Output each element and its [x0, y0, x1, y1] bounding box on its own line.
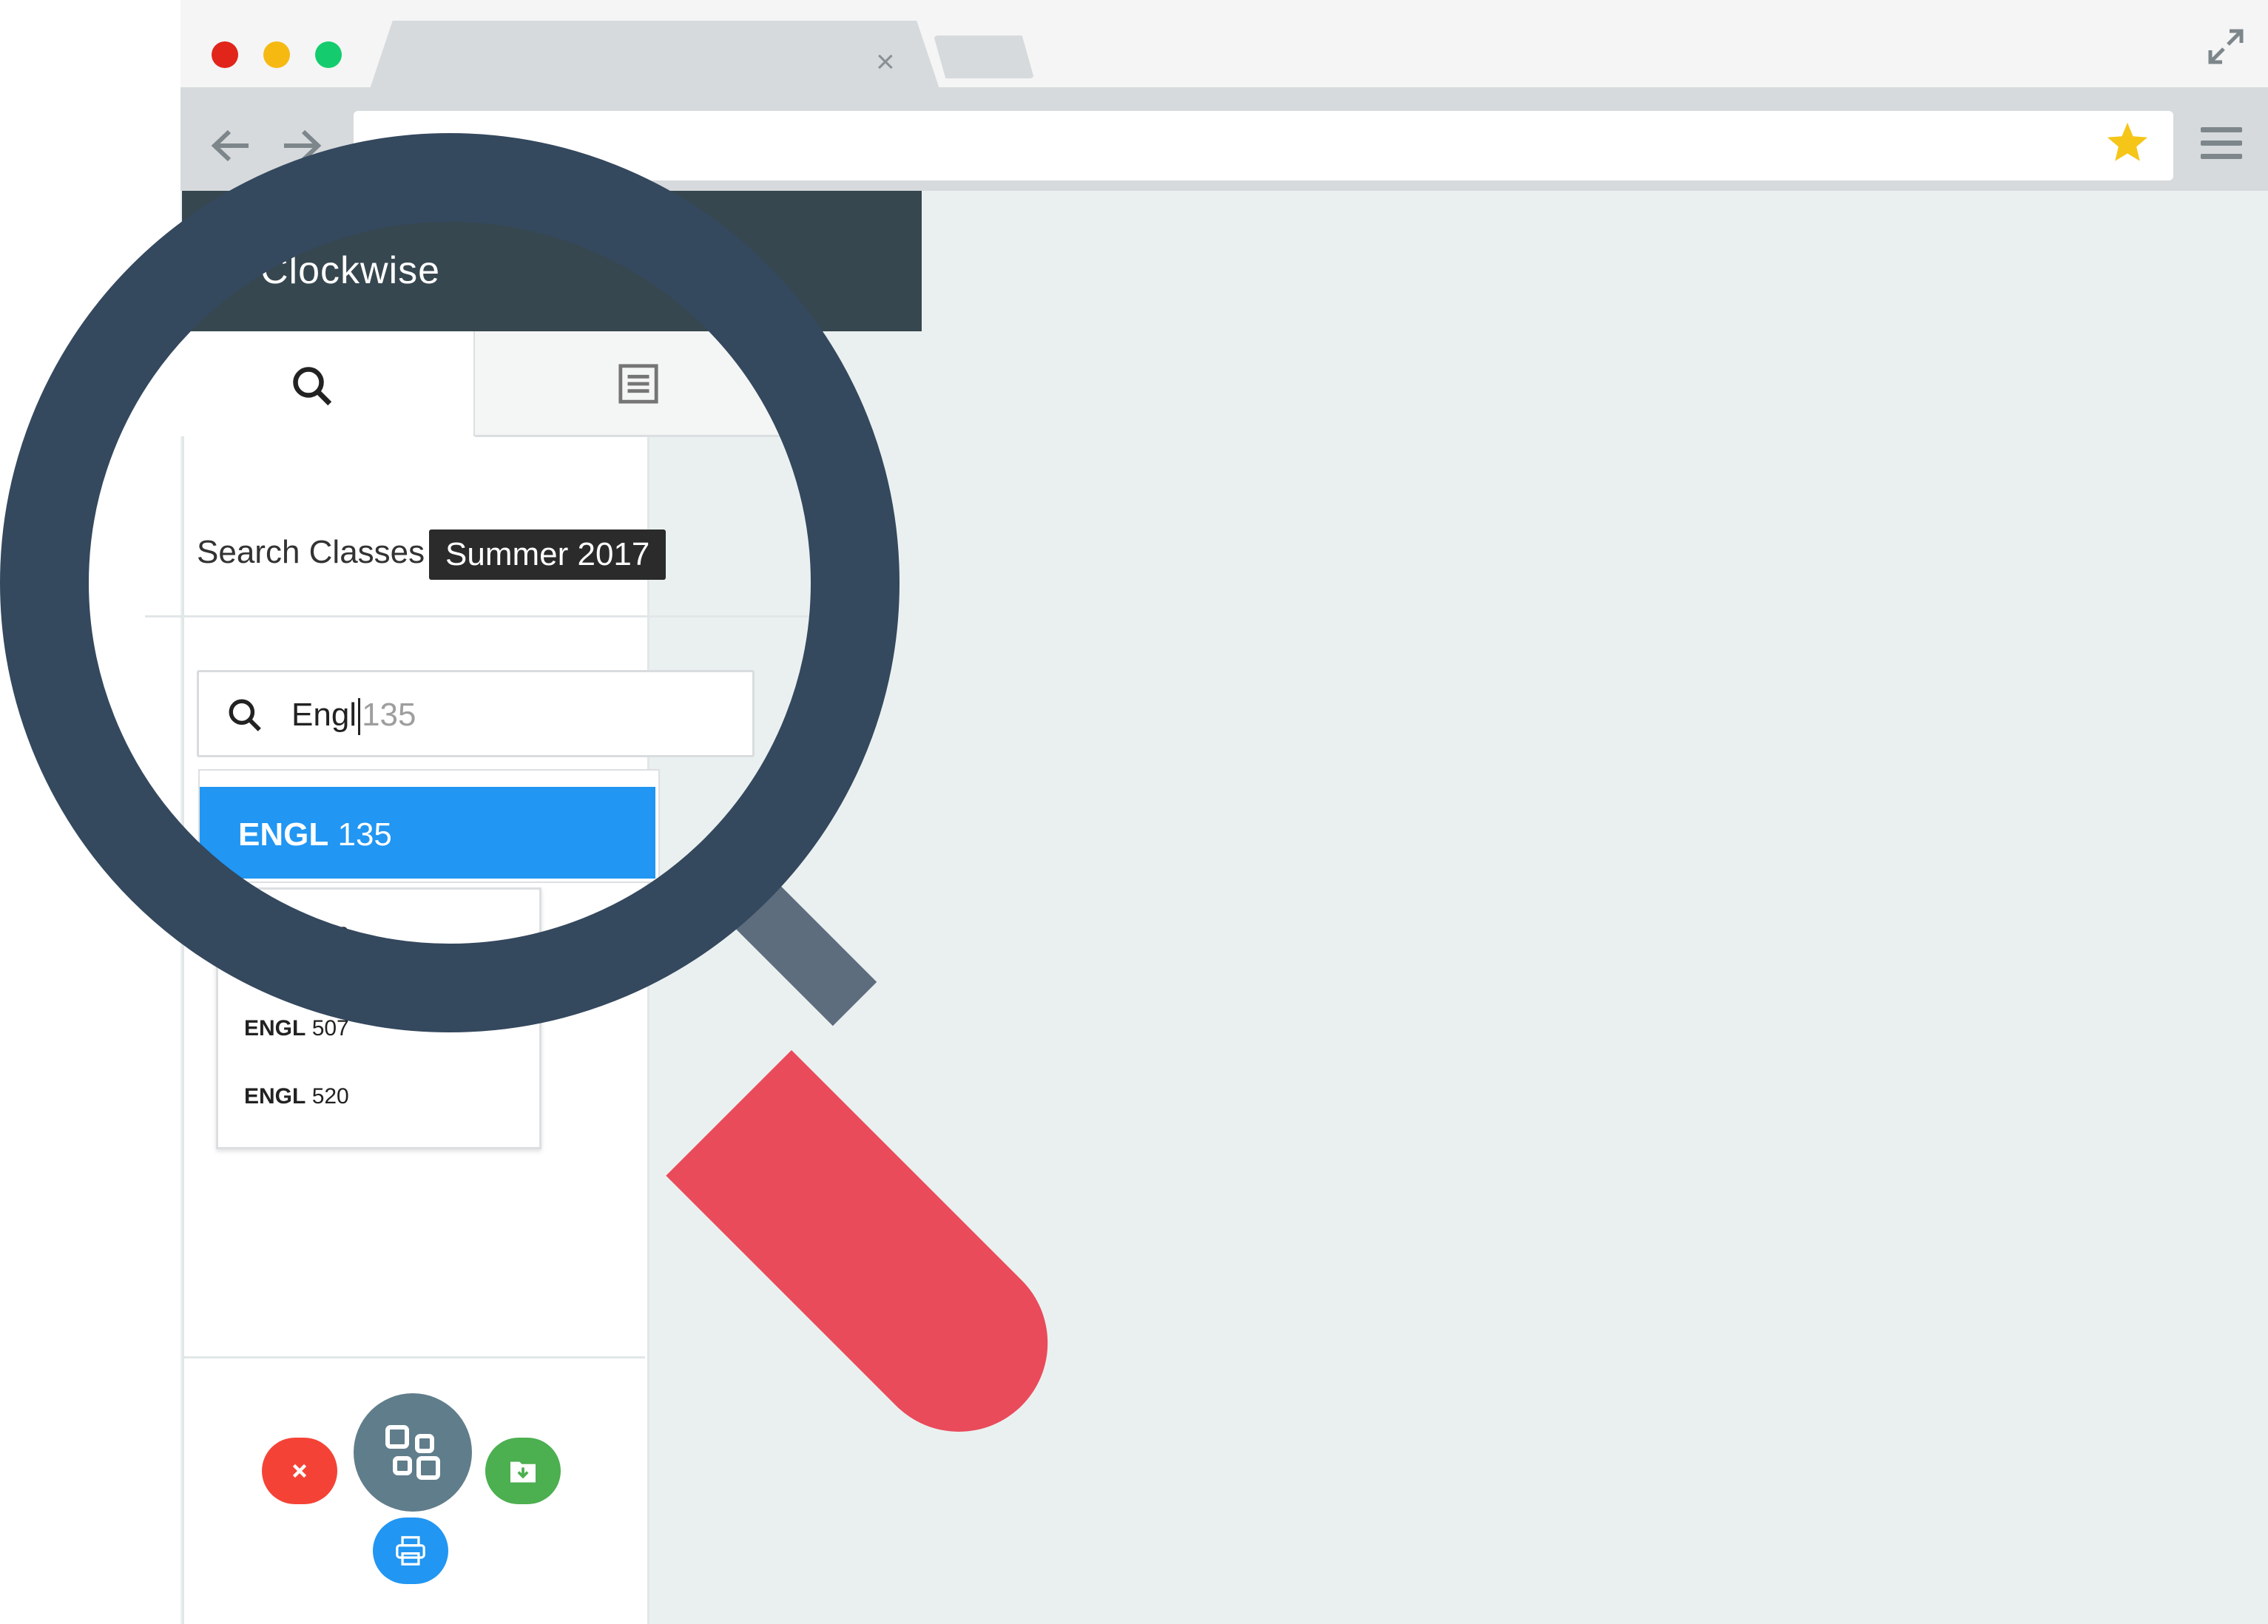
save-button[interactable] — [485, 1438, 561, 1504]
tab-close-icon[interactable]: × — [876, 46, 895, 78]
expand-icon[interactable] — [2206, 27, 2246, 67]
generate-schedule-button[interactable] — [354, 1393, 472, 1512]
close-window-dot[interactable] — [212, 41, 238, 68]
autocomplete-option[interactable]: ENGL 520 — [244, 1084, 349, 1109]
option-dept: ENGL — [244, 1084, 306, 1109]
option-dept: ENGL — [244, 1016, 306, 1041]
star-icon[interactable] — [2104, 120, 2151, 166]
magnifier-lens-ring — [0, 133, 900, 1032]
schedule-icon — [385, 1425, 440, 1480]
clear-button[interactable] — [262, 1438, 337, 1504]
print-icon — [396, 1536, 425, 1566]
browser-tab-new[interactable] — [934, 35, 1034, 78]
close-icon — [292, 1464, 307, 1478]
browser-menu-icon[interactable] — [2201, 127, 2242, 160]
maximize-window-dot[interactable] — [315, 41, 342, 68]
arrow-left-icon[interactable] — [210, 127, 252, 164]
download-icon — [510, 1461, 536, 1483]
option-number: 520 — [311, 1084, 349, 1109]
footer-divider — [182, 1356, 645, 1359]
autocomplete-option[interactable]: ENGL 507 — [244, 1016, 349, 1041]
minimize-window-dot[interactable] — [263, 41, 290, 68]
browser-tab-active[interactable] — [370, 21, 939, 89]
print-button[interactable] — [373, 1518, 448, 1584]
